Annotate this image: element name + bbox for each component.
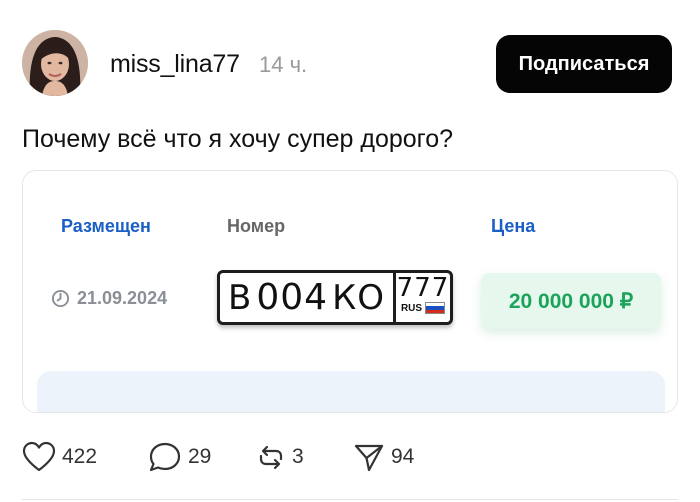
comment-button[interactable]: 29 [148, 441, 211, 473]
header-number: Номер [227, 216, 286, 236]
share-button[interactable]: 94 [353, 441, 414, 473]
repost-button[interactable]: 3 [256, 441, 304, 473]
date-text: 21.09.2024 [77, 288, 168, 308]
plate-letters: КО [332, 277, 385, 318]
username[interactable]: miss_lina77 [110, 50, 240, 79]
plate-letter: В [228, 277, 253, 318]
clock-icon [51, 289, 70, 308]
share-icon [354, 444, 384, 472]
like-count: 422 [62, 445, 98, 468]
comment-count: 29 [188, 445, 212, 468]
repost-count: 3 [292, 445, 304, 468]
listing-date: 21.09.2024 [51, 288, 167, 309]
avatar[interactable] [22, 30, 88, 96]
plate-region: 777 RUS [396, 273, 450, 322]
russian-flag-icon [425, 302, 446, 314]
listing-card[interactable]: Размещен Номер Цена 21.09.2024 В 004 КО … [22, 170, 678, 413]
divider [22, 499, 678, 500]
plate-region-number: 777 [396, 273, 450, 303]
plate-country: RUS [400, 302, 423, 314]
repost-icon [259, 445, 283, 470]
subscribe-button[interactable]: Подписаться [496, 35, 672, 93]
like-button[interactable]: 422 [22, 441, 97, 473]
header-placed: Размещен [61, 216, 151, 236]
plate-digits: 004 [256, 277, 329, 318]
post-header: miss_lina77 14 ч. Подписаться [22, 30, 678, 100]
price-badge: 20 000 000 ₽ [481, 273, 661, 329]
heart-icon [22, 441, 56, 472]
share-count: 94 [391, 445, 415, 468]
plate-main: В 004 КО [220, 273, 396, 322]
card-bottom-section [37, 371, 665, 412]
post-text: Почему всё что я хочу супер дорого? [22, 125, 454, 153]
post-actions: 422 29 3 94 [22, 441, 678, 477]
post-time: 14 ч. [259, 52, 308, 77]
comment-icon [149, 442, 181, 472]
header-price: Цена [491, 216, 536, 236]
license-plate: В 004 КО 777 RUS [217, 270, 453, 325]
